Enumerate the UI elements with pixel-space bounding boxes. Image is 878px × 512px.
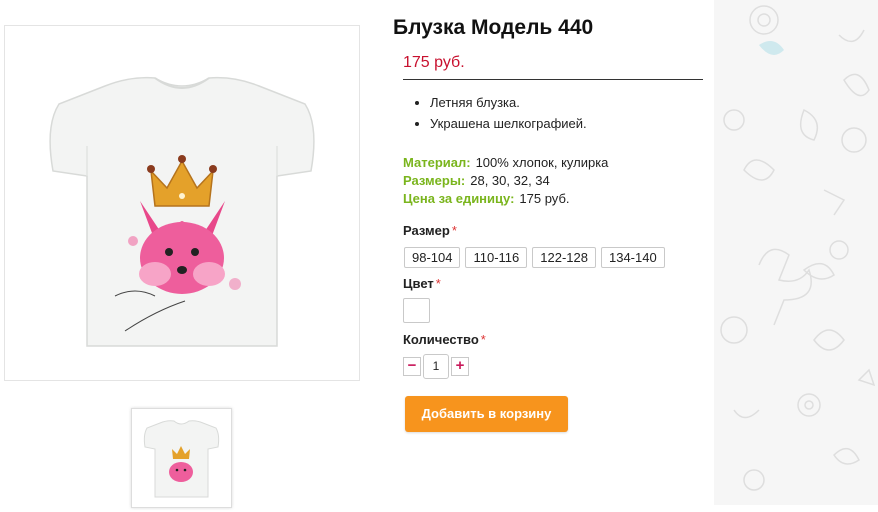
spec-list: Материал: 100% хлопок, кулирка Размеры: 28…	[403, 154, 608, 208]
size-option-110-116[interactable]: 110-116	[465, 247, 528, 268]
product-price: 175 руб.	[403, 54, 465, 71]
spec-key: Размеры:	[403, 173, 466, 188]
product-title: Блузка Модель 440	[393, 16, 594, 39]
product-main-image[interactable]	[4, 25, 360, 381]
size-label: Размер *	[403, 223, 457, 238]
price-row: 175 руб.	[403, 54, 703, 80]
size-options: 98-104 110-116 122-128 134-140	[404, 247, 665, 268]
add-to-cart-button[interactable]: Добавить в корзину	[405, 396, 568, 432]
decorative-background	[714, 0, 878, 505]
spec-row-sizes: Размеры: 28, 30, 32, 34	[403, 172, 608, 190]
quantity-label: Количество *	[403, 332, 486, 347]
spec-key: Цена за единицу:	[403, 191, 515, 206]
doodle-pattern-icon	[720, 5, 876, 491]
spec-value: 28, 30, 32, 34	[470, 173, 550, 188]
spec-value: 175 руб.	[519, 191, 570, 206]
color-label: Цвет *	[403, 276, 441, 291]
spec-value: 100% хлопок, кулирка	[475, 155, 609, 170]
feature-item: Летняя блузка.	[430, 92, 587, 113]
product-thumbnail[interactable]	[131, 408, 232, 508]
feature-item: Украшена шелкографией.	[430, 113, 587, 134]
quantity-label-text: Количество	[403, 332, 479, 347]
required-mark: *	[451, 223, 457, 238]
size-label-text: Размер	[403, 223, 450, 238]
size-option-134-140[interactable]: 134-140	[600, 247, 665, 268]
tshirt-thumbnail-image	[143, 420, 220, 498]
spec-row-material: Материал: 100% хлопок, кулирка	[403, 154, 608, 172]
spec-row-unit-price: Цена за единицу: 175 руб.	[403, 190, 608, 208]
required-mark: *	[480, 332, 486, 347]
quantity-input[interactable]: 1	[423, 354, 449, 379]
decrease-quantity-button[interactable]: −	[403, 357, 421, 376]
required-mark: *	[435, 276, 441, 291]
color-swatch[interactable]	[403, 298, 430, 323]
feature-list: Летняя блузка. Украшена шелкографией.	[404, 92, 587, 134]
color-label-text: Цвет	[403, 276, 434, 291]
tshirt-image	[49, 76, 315, 347]
size-option-122-128[interactable]: 122-128	[532, 247, 596, 268]
size-option-98-104[interactable]: 98-104	[404, 247, 461, 268]
spec-key: Материал:	[403, 155, 471, 170]
quantity-stepper: − 1 +	[403, 354, 469, 379]
increase-quantity-button[interactable]: +	[451, 357, 469, 376]
